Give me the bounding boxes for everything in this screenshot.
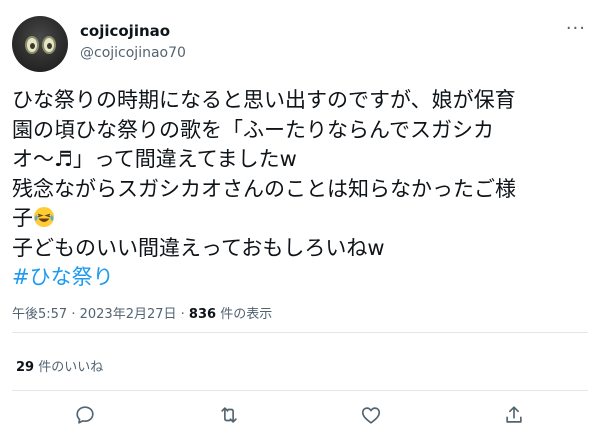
more-dots-icon[interactable]: ··· bbox=[566, 20, 586, 38]
likes-summary[interactable]: 29 件のいいね bbox=[16, 356, 103, 375]
retweet-icon[interactable] bbox=[218, 404, 240, 426]
likes-count: 29 bbox=[16, 360, 35, 375]
avatar[interactable] bbox=[12, 16, 68, 72]
likes-label: 件のいいね bbox=[34, 360, 104, 375]
user-handle[interactable]: @cojicojinao70 bbox=[80, 45, 186, 61]
laughing-crying-emoji-icon bbox=[33, 206, 55, 228]
tweet-line-with-emoji: 子 bbox=[12, 204, 592, 234]
avatar-eye-left bbox=[25, 36, 39, 54]
hashtag-link[interactable]: #ひな祭り bbox=[12, 263, 592, 293]
meta-separator: · bbox=[176, 307, 189, 322]
avatar-eye-right bbox=[42, 36, 56, 54]
tweet-line: 子 bbox=[12, 206, 33, 230]
tweet-line: 園の頃ひな祭りの歌を「ふーたりならんでスガシカ bbox=[12, 117, 494, 142]
tweet-line: ひな祭りの時期になると思い出すのですが、娘が保育 bbox=[12, 88, 516, 112]
tweet-line: オ〜♬」って間違えてましたw bbox=[12, 147, 297, 171]
divider bbox=[12, 332, 588, 333]
share-icon[interactable] bbox=[503, 404, 525, 426]
views-label: 件の表示 bbox=[216, 307, 273, 322]
views-count: 836 bbox=[188, 307, 217, 322]
display-name[interactable]: cojicojinao bbox=[80, 22, 170, 40]
tweet-time[interactable]: 午後5:57 bbox=[12, 307, 67, 322]
action-bar bbox=[0, 404, 600, 428]
tweet-metadata: 午後5:57 · 2023年2月27日 · 836 件の表示 bbox=[12, 303, 272, 322]
like-icon[interactable] bbox=[360, 404, 382, 426]
reply-icon[interactable] bbox=[74, 404, 96, 426]
tweet-line: 残念ながらスガシカオさんのことは知らなかったご様 bbox=[12, 176, 516, 201]
tweet-line: 子どものいい間違えっておもしろいねw bbox=[12, 235, 385, 260]
meta-separator: · bbox=[67, 307, 80, 322]
tweet-text: ひな祭りの時期になると思い出すのですが、娘が保育 園の頃ひな祭りの歌を「ふーたり… bbox=[12, 86, 592, 293]
divider bbox=[12, 390, 588, 391]
tweet-date[interactable]: 2023年2月27日 bbox=[80, 307, 177, 322]
